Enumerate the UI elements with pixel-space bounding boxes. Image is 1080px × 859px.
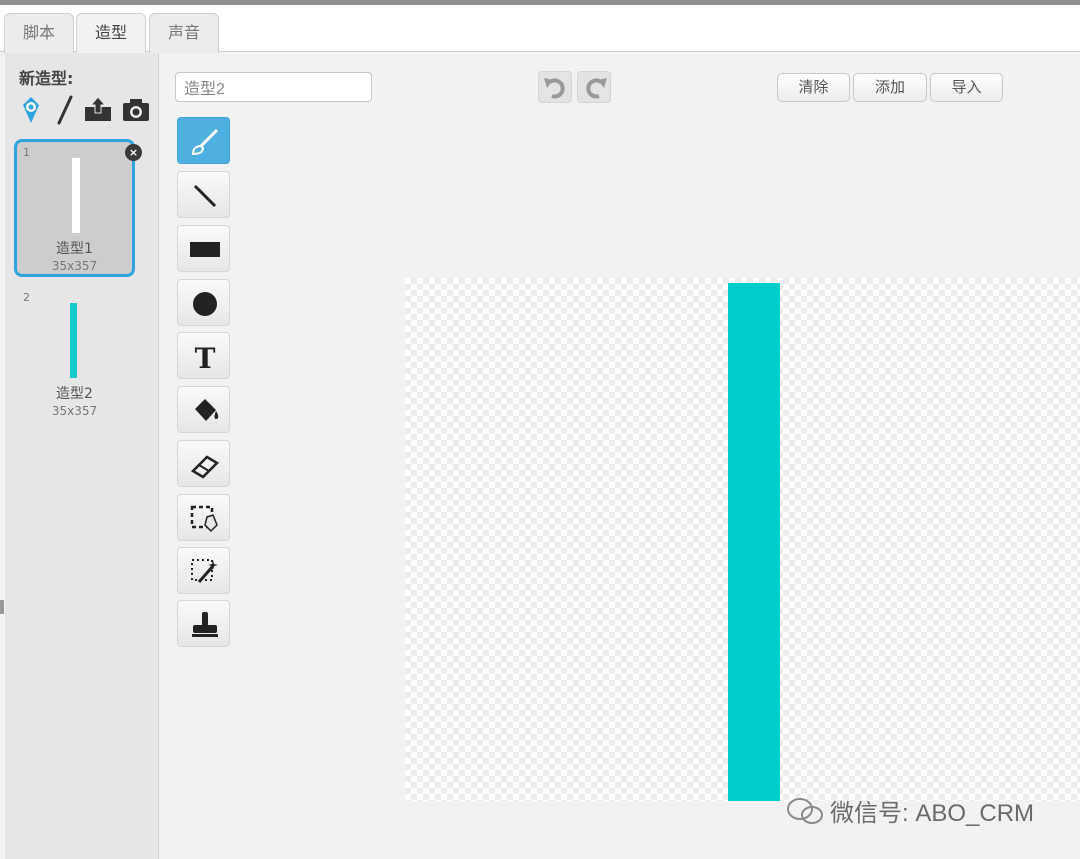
- redo-icon: [586, 78, 607, 99]
- drawing-canvas[interactable]: [405, 278, 1080, 801]
- sprite-library-icon[interactable]: [17, 93, 47, 127]
- import-button[interactable]: 导入: [930, 73, 1003, 102]
- costume-thumbnail: [72, 158, 80, 233]
- eraser-tool[interactable]: [177, 440, 230, 487]
- tab-bar: 脚本 造型 声音: [0, 5, 1080, 54]
- clear-button[interactable]: 清除: [777, 73, 850, 102]
- resize-handle[interactable]: [0, 600, 4, 614]
- undo-icon: [544, 78, 565, 99]
- costume-size: 35x357: [51, 404, 98, 418]
- upload-icon[interactable]: [83, 93, 113, 127]
- costume-index: 2: [23, 291, 30, 304]
- stamp-icon: [192, 612, 218, 637]
- magic-select-tool[interactable]: [177, 547, 230, 594]
- text-icon: T: [195, 342, 216, 373]
- paint-bucket-icon: [195, 399, 219, 421]
- delete-costume-icon[interactable]: ×: [125, 144, 142, 161]
- costume-shape: [728, 283, 780, 801]
- fill-tool[interactable]: [177, 386, 230, 433]
- paint-brush-icon[interactable]: [51, 93, 81, 127]
- select-icon: [190, 505, 218, 533]
- select-tool[interactable]: [177, 494, 230, 541]
- brush-tool[interactable]: [177, 117, 230, 164]
- brush-icon: [191, 128, 219, 156]
- costume-name: 造型2: [56, 386, 93, 402]
- costume-name: 造型1: [56, 241, 93, 257]
- undo-button[interactable]: [538, 71, 572, 103]
- camera-icon[interactable]: [121, 93, 151, 127]
- text-tool[interactable]: T: [177, 332, 230, 379]
- tab-sounds[interactable]: 声音: [149, 13, 219, 53]
- costume-size: 35x357: [51, 259, 98, 273]
- add-button[interactable]: 添加: [853, 73, 927, 102]
- line-icon: [193, 184, 217, 208]
- costume-list-pane: 新造型: 1 × 造型1 35x357 2 造型2 35x357: [5, 53, 159, 859]
- ellipse-tool[interactable]: [177, 279, 230, 326]
- rectangle-icon: [190, 242, 220, 257]
- watermark-text: 微信号: ABO_CRM: [830, 800, 1035, 827]
- wechat-icon: [787, 798, 823, 824]
- new-costume-label: 新造型:: [19, 69, 74, 88]
- svg-text:T: T: [195, 342, 216, 373]
- eraser-icon: [190, 455, 220, 479]
- costume-item-2[interactable]: 2 造型2 35x357: [14, 284, 135, 422]
- costume-thumbnail: [70, 303, 77, 378]
- ellipse-icon: [193, 292, 217, 316]
- costume-name-input[interactable]: [175, 72, 372, 102]
- tab-scripts[interactable]: 脚本: [4, 13, 74, 53]
- costume-index: 1: [23, 146, 30, 159]
- redo-button[interactable]: [577, 71, 611, 103]
- new-costume-icons: [17, 93, 157, 127]
- magic-wand-icon: [191, 559, 218, 583]
- stamp-tool[interactable]: [177, 600, 230, 647]
- tab-costumes[interactable]: 造型: [76, 13, 146, 54]
- costume-item-1[interactable]: 1 × 造型1 35x357: [14, 139, 142, 277]
- rectangle-tool[interactable]: [177, 225, 230, 272]
- line-tool[interactable]: [177, 171, 230, 218]
